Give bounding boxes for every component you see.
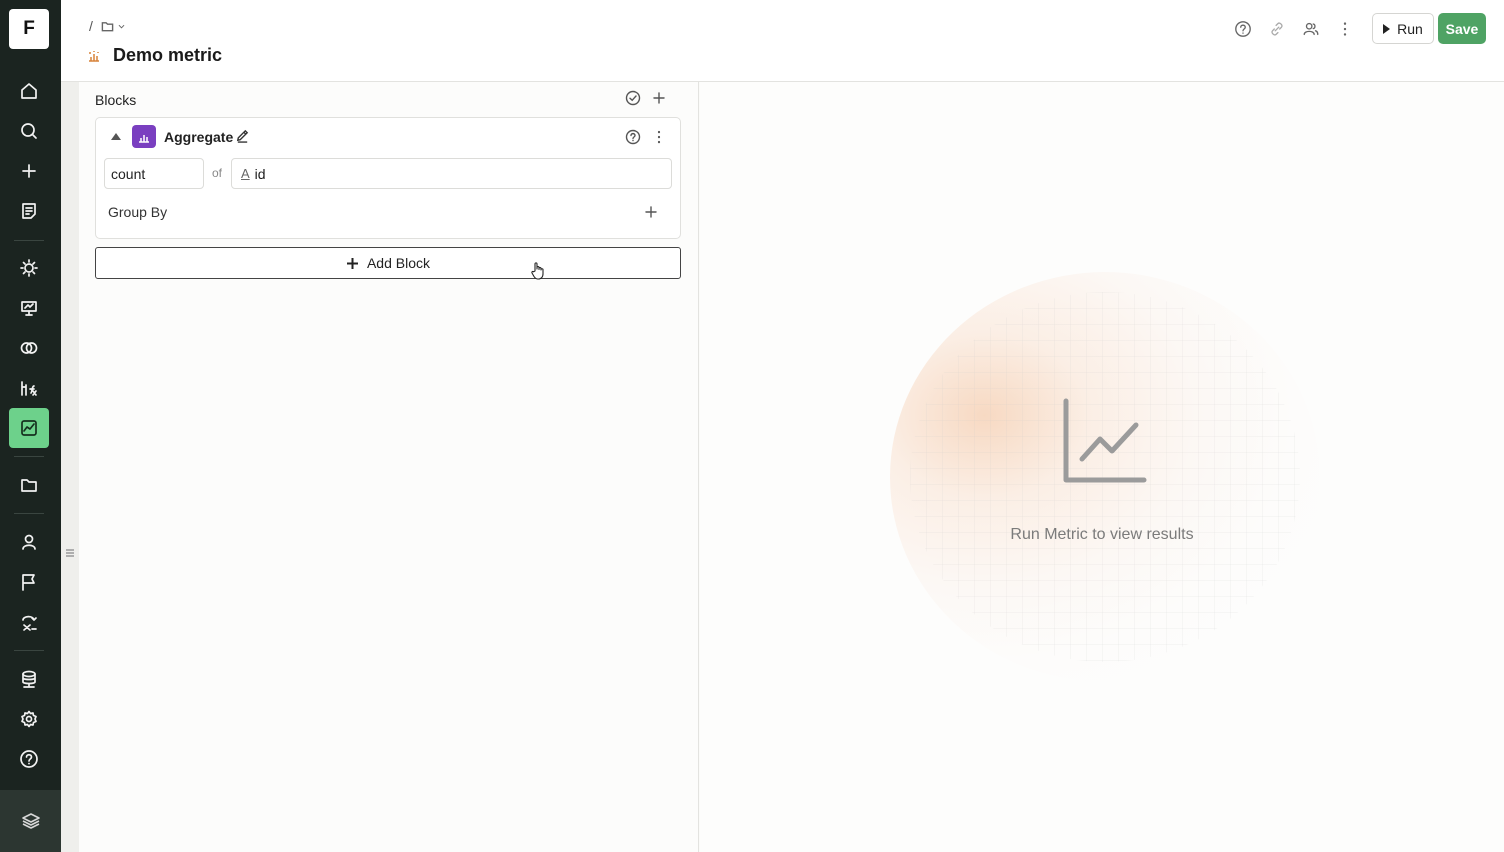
- nav-formulas[interactable]: [9, 368, 49, 408]
- empty-state-message: Run Metric to view results: [1010, 526, 1194, 543]
- run-button-label: Run: [1397, 20, 1423, 37]
- nav-transforms[interactable]: [9, 602, 49, 642]
- play-icon: [1383, 23, 1391, 34]
- more-vertical-icon: [1343, 21, 1346, 36]
- hand-cursor-icon: [531, 262, 544, 280]
- plus-icon: [346, 257, 358, 269]
- presentation-icon: [21, 301, 37, 316]
- panel-gutter: [61, 82, 79, 852]
- link-icon: [1270, 21, 1283, 36]
- nav-metrics[interactable]: [9, 408, 49, 448]
- validate-blocks-button[interactable]: [625, 90, 641, 106]
- check-circle-icon: [625, 90, 641, 106]
- sidebar-divider: [14, 650, 44, 651]
- nav-cohorts[interactable]: [9, 328, 49, 368]
- metric-type-icon: [89, 50, 99, 62]
- database-icon: [22, 670, 36, 688]
- resize-handle[interactable]: [65, 545, 75, 557]
- aggregate-function-select[interactable]: count: [104, 158, 204, 189]
- run-button[interactable]: Run: [1372, 13, 1434, 44]
- blocks-panel: Blocks Aggregate count of A id Group By …: [79, 82, 699, 852]
- nav-new[interactable]: [9, 151, 49, 191]
- breadcrumb-separator: /: [89, 18, 93, 34]
- string-type-icon: A: [241, 166, 250, 181]
- nav-notebooks[interactable]: [9, 191, 49, 231]
- nav-search[interactable]: [9, 111, 49, 151]
- chevron-down-icon: [118, 24, 125, 28]
- pencil-icon: [236, 129, 249, 143]
- copy-link-button[interactable]: [1267, 19, 1286, 38]
- stack-logo-icon: [21, 813, 40, 829]
- column-value: id: [254, 165, 266, 182]
- save-button[interactable]: Save: [1438, 13, 1486, 44]
- notebook-icon: [22, 203, 36, 219]
- nav-files[interactable]: [9, 465, 49, 505]
- users-icon: [1303, 22, 1318, 35]
- folder-icon: [101, 21, 114, 31]
- aggregate-icon: [139, 134, 149, 143]
- help-icon: [1234, 20, 1251, 37]
- gear-icon: [21, 710, 37, 728]
- drag-handle-icon: [66, 549, 74, 557]
- sidebar-divider: [14, 456, 44, 457]
- add-block-button[interactable]: Add Block: [95, 247, 681, 279]
- transform-icon: [22, 615, 37, 631]
- nav-help[interactable]: [9, 739, 49, 779]
- plus-icon: [645, 206, 657, 218]
- lightbulb-icon: [20, 259, 38, 277]
- blocks-heading: Blocks: [95, 92, 137, 108]
- search-icon: [21, 123, 37, 139]
- column-select[interactable]: A id: [231, 158, 672, 189]
- page-title[interactable]: Demo metric: [113, 45, 222, 66]
- formula-icon: [21, 381, 37, 396]
- block-title: Aggregate: [164, 129, 234, 145]
- results-area: Run Metric to view results: [700, 82, 1504, 852]
- aggregate-block: Aggregate count of A id Group By: [95, 117, 681, 239]
- nav-home[interactable]: [9, 71, 49, 111]
- sidebar-divider: [14, 513, 44, 514]
- nav-dashboards[interactable]: [9, 288, 49, 328]
- sidebar-divider: [14, 240, 44, 241]
- app-logo[interactable]: F: [9, 9, 49, 49]
- line-chart-icon: [1062, 397, 1148, 485]
- of-label: of: [212, 166, 223, 180]
- metric-chart-icon: [21, 420, 37, 436]
- folder-icon: [21, 479, 37, 492]
- group-by-label: Group By: [108, 204, 168, 220]
- nav-settings[interactable]: [9, 699, 49, 739]
- block-help-button[interactable]: [625, 129, 641, 145]
- home-icon: [21, 83, 37, 99]
- collapse-toggle[interactable]: [111, 133, 121, 140]
- more-options-button[interactable]: [1335, 19, 1354, 38]
- sidebar: F: [0, 0, 61, 852]
- help-icon: [625, 129, 641, 145]
- venn-icon: [20, 342, 38, 354]
- nav-insights[interactable]: [9, 248, 49, 288]
- workspace-switcher[interactable]: [0, 790, 61, 852]
- nav-data[interactable]: [9, 659, 49, 699]
- add-group-by-button[interactable]: [643, 204, 659, 220]
- add-block-icon-button[interactable]: [651, 90, 667, 106]
- nav-people[interactable]: [9, 522, 49, 562]
- flag-icon: [22, 574, 35, 591]
- add-block-label: Add Block: [366, 255, 431, 271]
- block-menu-button[interactable]: [651, 129, 667, 145]
- plus-icon: [653, 92, 665, 104]
- help-button[interactable]: [1233, 19, 1252, 38]
- breadcrumb: /: [89, 18, 126, 34]
- help-icon: [20, 750, 38, 768]
- nav-flags[interactable]: [9, 562, 49, 602]
- top-header: / Demo metric Run Save: [61, 0, 1504, 82]
- breadcrumb-folder-picker[interactable]: [101, 20, 126, 33]
- plus-icon: [22, 164, 36, 178]
- share-button[interactable]: [1301, 19, 1320, 38]
- user-icon: [22, 534, 36, 550]
- aggregate-badge: [132, 125, 156, 148]
- rename-block-button[interactable]: [235, 128, 251, 144]
- more-vertical-icon: [657, 130, 661, 144]
